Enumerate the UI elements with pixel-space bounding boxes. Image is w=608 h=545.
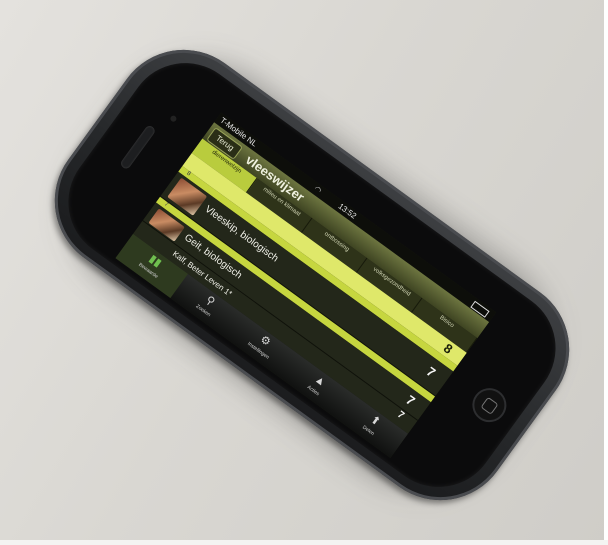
home-button[interactable] — [465, 381, 514, 429]
image-border-bottom — [0, 540, 608, 545]
front-camera — [169, 114, 178, 123]
item-score: 7 — [395, 409, 407, 422]
home-square-icon — [480, 396, 499, 415]
item-score: 7 — [423, 363, 439, 381]
score-value: 8 — [440, 340, 456, 357]
item-score: 7 — [403, 392, 418, 409]
photo-scene: T-Mobile NL ◠ 13:52 Terug vleeswijzer di… — [0, 0, 608, 545]
iphone: T-Mobile NL ◠ 13:52 Terug vleeswijzer di… — [27, 22, 597, 528]
earpiece-speaker — [119, 124, 157, 171]
image-border-right — [604, 0, 608, 545]
